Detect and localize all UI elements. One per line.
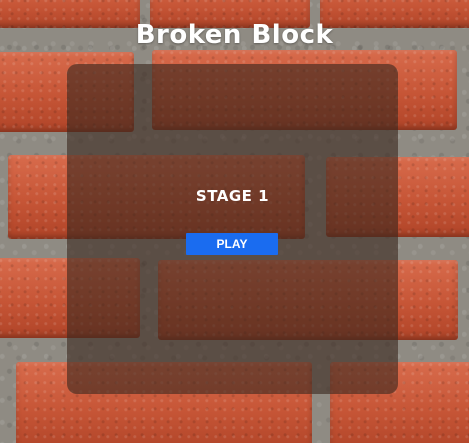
stage-panel: STAGE 1 PLAY: [67, 64, 398, 394]
game-title: Broken Block: [135, 20, 334, 50]
stage-label: STAGE 1: [195, 187, 270, 205]
play-button[interactable]: PLAY: [186, 233, 278, 255]
